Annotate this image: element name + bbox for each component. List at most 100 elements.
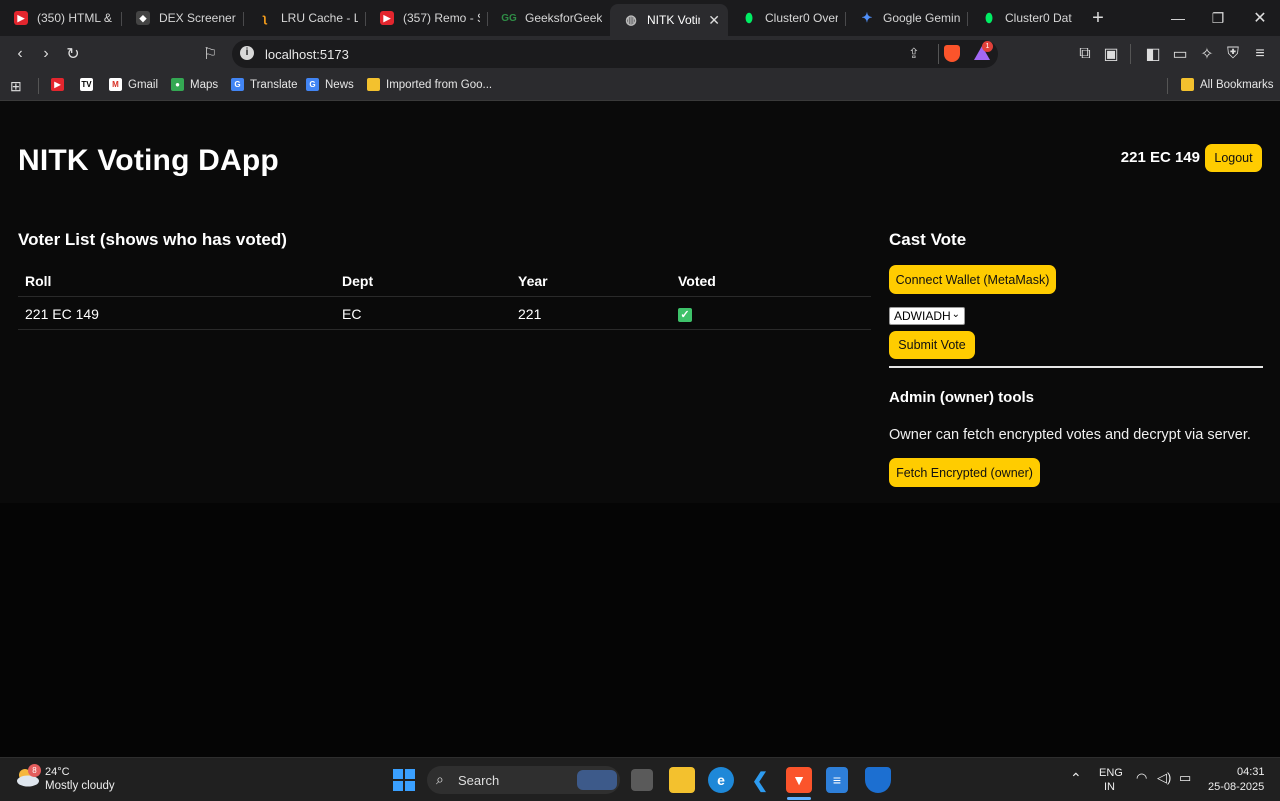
candidate-select-value: ADWIADH xyxy=(894,309,951,323)
column-header-dept: Dept xyxy=(335,265,511,297)
maximize-icon[interactable]: ❐ xyxy=(1198,0,1238,36)
bookmark-folder[interactable]: Imported from Goo... xyxy=(367,78,492,91)
bookmark-maps[interactable]: ● Maps xyxy=(171,78,218,91)
vpn-icon[interactable]: ⛨ xyxy=(1221,42,1245,66)
defender-icon[interactable] xyxy=(865,767,891,793)
mongodb-icon: ⬮ xyxy=(985,10,993,25)
reload-icon[interactable]: ↻ xyxy=(61,42,85,66)
cell-year: 221 xyxy=(511,296,671,330)
table-header-row: Roll Dept Year Voted xyxy=(18,265,871,297)
column-header-voted: Voted xyxy=(671,265,871,297)
windows-start-icon[interactable] xyxy=(391,767,417,793)
dexscreener-icon: ◆ xyxy=(136,11,150,25)
volume-icon[interactable]: ◁) xyxy=(1157,770,1171,786)
submit-vote-button[interactable]: Submit Vote xyxy=(889,331,975,359)
logout-button[interactable]: Logout xyxy=(1205,144,1262,172)
bookmark-news[interactable]: G News xyxy=(306,78,354,91)
bookmark-item[interactable]: TV xyxy=(80,78,99,91)
vscode-icon[interactable]: ❮ xyxy=(747,767,773,793)
close-window-icon[interactable]: ✕ xyxy=(1240,0,1280,36)
new-tab-icon[interactable]: + xyxy=(1084,7,1112,30)
task-view-icon[interactable] xyxy=(631,769,653,791)
file-explorer-icon[interactable] xyxy=(669,767,695,793)
youtube-icon: ▶ xyxy=(51,78,64,91)
maps-icon: ● xyxy=(171,78,184,91)
bookmark-item[interactable]: ▶ xyxy=(51,78,70,91)
mongodb-icon: ⬮ xyxy=(745,10,753,25)
menu-icon[interactable]: ≡ xyxy=(1248,42,1272,66)
address-bar[interactable]: i localhost:5173 ⇪ 1 xyxy=(232,40,998,68)
language-line2[interactable]: IN xyxy=(1104,781,1115,793)
browser-tab-active[interactable]: ◍ NITK Voting ✕ xyxy=(610,4,728,36)
folder-icon xyxy=(367,78,380,91)
browser-tab[interactable]: ⬮ Cluster0 Overvie xyxy=(728,4,846,32)
voter-list-heading: Voter List (shows who has voted) xyxy=(18,230,287,249)
youtube-icon: ▶ xyxy=(380,11,394,25)
gmail-icon: M xyxy=(109,78,122,91)
page-content: NITK Voting DApp 221 EC 149 Logout Voter… xyxy=(0,101,1280,503)
language-line1[interactable]: ENG xyxy=(1099,767,1123,779)
check-mark-icon: ✓ xyxy=(678,308,692,322)
bookmark-translate[interactable]: G Translate xyxy=(231,78,298,91)
voter-table: Roll Dept Year Voted 221 EC 149 EC 221 ✓ xyxy=(18,265,871,330)
all-bookmarks[interactable]: All Bookmarks xyxy=(1181,78,1274,91)
column-header-year: Year xyxy=(511,265,671,297)
close-tab-icon[interactable]: ✕ xyxy=(708,12,720,29)
info-icon[interactable]: i xyxy=(240,46,254,60)
taskbar-search[interactable]: ⌕ Search xyxy=(427,766,620,794)
share-icon[interactable]: ⇪ xyxy=(908,45,920,62)
back-icon[interactable]: ‹ xyxy=(8,42,32,66)
apps-grid-icon[interactable]: ⊞ xyxy=(10,78,22,95)
brave-shields-icon[interactable] xyxy=(944,45,960,62)
folder-icon xyxy=(1181,78,1194,91)
wallet-icon[interactable]: ▭ xyxy=(1168,42,1192,66)
bookmark-gmail[interactable]: M Gmail xyxy=(109,78,158,91)
leetcode-icon: ʅ xyxy=(263,11,267,25)
youtube-icon: ▶ xyxy=(14,11,28,25)
browser-tab[interactable]: ✦ Google Gemini xyxy=(846,4,968,32)
browser-tab[interactable]: GG GeeksforGeeks | xyxy=(488,4,610,32)
cast-vote-heading: Cast Vote xyxy=(889,230,967,249)
browser-tab[interactable]: ◆ DEX Screener - V xyxy=(122,4,244,32)
cell-dept: EC xyxy=(335,296,511,330)
chevron-up-icon[interactable]: ⌃ xyxy=(1070,770,1082,787)
chevron-down-icon: ⌄ xyxy=(951,309,960,320)
edge-icon[interactable]: e xyxy=(708,767,734,793)
weather-condition: Mostly cloudy xyxy=(45,780,115,792)
notepad-icon[interactable]: ≡ xyxy=(826,767,848,793)
wifi-icon[interactable]: ◠ xyxy=(1136,770,1147,786)
translate-icon: G xyxy=(231,78,244,91)
weather-badge: 8 xyxy=(28,764,41,777)
battery-icon[interactable]: ▭ xyxy=(1179,770,1191,786)
browser-tab[interactable]: ⬮ Cluster0 Data | C xyxy=(968,4,1080,32)
admin-heading: Admin (owner) tools xyxy=(889,389,1034,406)
forward-icon[interactable]: › xyxy=(34,42,58,66)
page-title: NITK Voting DApp xyxy=(18,144,279,177)
fetch-encrypted-button[interactable]: Fetch Encrypted (owner) xyxy=(889,458,1040,487)
cell-voted: ✓ xyxy=(671,296,871,330)
minimize-icon[interactable]: — xyxy=(1158,0,1198,36)
divider xyxy=(889,366,1263,368)
screenshot-icon[interactable]: ▣ xyxy=(1099,42,1123,66)
extensions-icon[interactable]: ⧉ xyxy=(1073,42,1097,66)
browser-tab[interactable]: ▶ (357) Remo - Se xyxy=(366,4,488,32)
globe-icon: ◍ xyxy=(625,12,637,27)
bookmark-icon[interactable]: ⚐ xyxy=(198,42,222,66)
browser-toolbar: ‹ › ↻ ⚐ i localhost:5173 ⇪ 1 ⧉ ▣ ◧ ▭ ✧ ⛨… xyxy=(0,36,1280,72)
brave-icon[interactable]: ▼ xyxy=(786,767,812,793)
url-text: localhost:5173 xyxy=(265,47,349,62)
browser-tab[interactable]: ʅ LRU Cache - Lee xyxy=(244,4,366,32)
browser-tab[interactable]: ▶ (350) HTML & C xyxy=(0,4,122,32)
clock-date[interactable]: 25-08-2025 xyxy=(1208,781,1264,793)
gfg-icon: GG xyxy=(501,12,517,24)
table-row: 221 EC 149 EC 221 ✓ xyxy=(18,296,871,330)
connect-wallet-button[interactable]: Connect Wallet (MetaMask) xyxy=(889,265,1056,294)
leo-ai-icon[interactable]: ✧ xyxy=(1195,42,1219,66)
news-icon: G xyxy=(306,78,319,91)
tradingview-icon: TV xyxy=(80,78,93,91)
search-highlight-icon xyxy=(577,770,617,790)
gemini-icon: ✦ xyxy=(861,10,873,25)
clock-time[interactable]: 04:31 xyxy=(1237,766,1265,778)
candidate-select[interactable]: ADWIADH ⌄ xyxy=(889,307,965,325)
sidebar-icon[interactable]: ◧ xyxy=(1141,42,1165,66)
